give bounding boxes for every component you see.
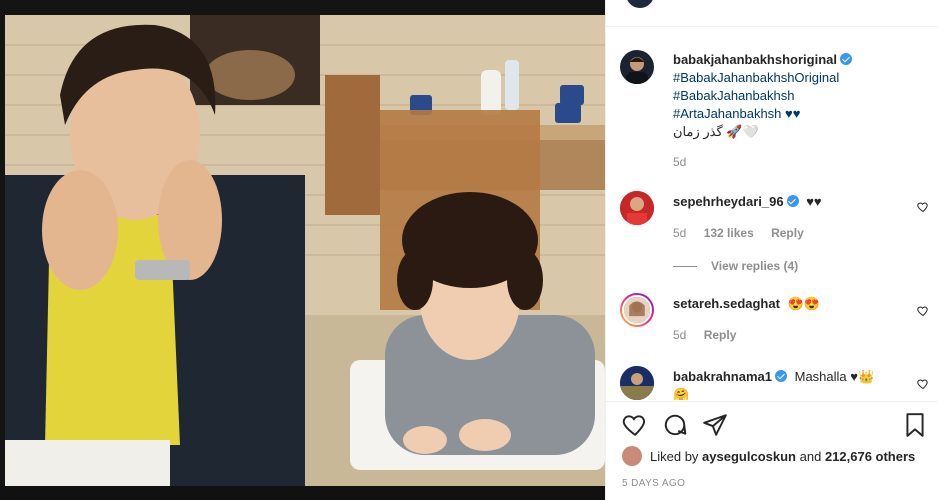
caption-text: گذر زمان 🚀🤍 [673, 124, 759, 139]
liked-by-row: Liked by aysegulcoskun and 212,676 other… [622, 446, 915, 466]
comment-likes[interactable]: 132 likes [704, 226, 754, 240]
comment-age: 5d [673, 328, 687, 342]
commenter-avatar[interactable] [620, 366, 654, 400]
comment-like-heart-icon[interactable] [916, 378, 930, 392]
comment-item: sepehrheydari_96 ♥♥ 5d 132 likes Reply V… [620, 191, 930, 281]
comment-like-heart-icon[interactable] [916, 201, 930, 215]
comment-username[interactable]: sepehrheydari_96 [673, 194, 784, 209]
post-date[interactable]: 5 DAYS AGO [622, 478, 685, 489]
hashtag-link[interactable]: #BabakJahanbakhshOriginal [673, 69, 900, 87]
caption-age: 5d [673, 155, 687, 169]
comment-like-heart-icon[interactable] [916, 305, 930, 319]
comments-scroll-area[interactable]: babakjahanbakhshoriginal #BabakJahanbakh… [606, 28, 938, 400]
comment-item: setareh.sedaghat 😍😍 5d Reply [620, 293, 930, 353]
liker-avatar[interactable] [622, 446, 642, 466]
comment-body: sepehrheydari_96 ♥♥ 5d 132 likes Reply [673, 193, 900, 242]
likes-count-link[interactable]: 212,676 others [825, 449, 915, 464]
caption-body: babakjahanbakhshoriginal #BabakJahanbakh… [673, 51, 900, 171]
comment-body: setareh.sedaghat 😍😍 5d Reply [673, 295, 900, 344]
comment-body: babakrahnama1 Mashalla ♥👑 🤗 [673, 368, 900, 400]
post-side-panel: babakjahanbakhshoriginal #BabakJahanbakh… [605, 0, 938, 500]
comment-meta: 5d 132 likes Reply [673, 224, 900, 242]
comment-text: Mashalla ♥👑 [794, 369, 875, 384]
comment-username[interactable]: babakrahnama1 [673, 369, 772, 384]
commenter-avatar-story-ring[interactable] [620, 293, 654, 327]
header-avatar[interactable] [624, 0, 656, 10]
author-avatar[interactable] [620, 50, 654, 84]
comment-age: 5d [673, 226, 687, 240]
author-username[interactable]: babakjahanbakhshoriginal [673, 52, 837, 67]
reply-button[interactable]: Reply [704, 328, 737, 342]
reply-button[interactable]: Reply [771, 226, 804, 240]
verified-badge-icon [775, 370, 787, 382]
photo-bottom-edge [0, 486, 605, 500]
caption: babakjahanbakhshoriginal #BabakJahanbakh… [620, 50, 930, 169]
bookmark-icon[interactable] [902, 412, 928, 438]
comment-item: babakrahnama1 Mashalla ♥👑 🤗 [620, 366, 930, 400]
heart-icon[interactable] [622, 412, 648, 438]
comment-text-extra: 🤗 [673, 387, 690, 400]
verified-badge-icon [840, 53, 852, 65]
comment-username[interactable]: setareh.sedaghat [673, 296, 780, 311]
liker-username[interactable]: aysegulcoskun [702, 449, 796, 464]
comment-meta: 5d Reply [673, 326, 900, 344]
view-replies-button[interactable]: View replies (4) [673, 259, 798, 273]
post-image-container [0, 0, 605, 500]
post-header [606, 0, 938, 27]
share-icon[interactable] [702, 412, 728, 438]
comment-text: ♥♥ [806, 194, 822, 209]
instagram-post-modal: babakjahanbakhshoriginal #BabakJahanbakh… [0, 0, 938, 500]
view-replies-line [673, 266, 697, 268]
verified-badge-icon [786, 195, 799, 207]
commenter-avatar[interactable] [620, 191, 654, 225]
post-photo[interactable] [5, 15, 605, 486]
liked-by-and: and [799, 448, 822, 464]
liked-by-prefix: Liked by [650, 448, 699, 464]
hashtag-link[interactable]: #ArtaJahanbakhsh ♥♥ [673, 105, 900, 123]
post-actions-bar [606, 401, 938, 449]
hashtag-link[interactable]: #BabakJahanbakhsh [673, 87, 900, 105]
comment-icon[interactable] [662, 412, 688, 438]
comment-text: 😍😍 [787, 296, 820, 311]
